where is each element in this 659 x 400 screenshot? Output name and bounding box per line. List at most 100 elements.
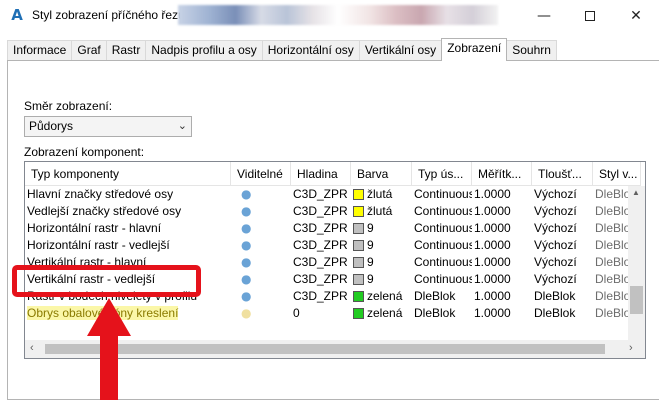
lineweight-cell[interactable]: Výchozí: [532, 186, 593, 203]
linetype-cell[interactable]: Continuous: [412, 254, 472, 271]
linetype-cell[interactable]: Continuous: [412, 220, 472, 237]
vertical-scroll-thumb[interactable]: [630, 286, 643, 314]
color-cell[interactable]: 9: [351, 220, 412, 237]
layer-cell[interactable]: C3D_ZPR: [291, 186, 351, 203]
lightbulb-on-icon[interactable]: ●: [241, 237, 251, 254]
scale-cell[interactable]: 1.0000: [472, 288, 532, 305]
color-cell[interactable]: 9: [351, 254, 412, 271]
tab-informace[interactable]: Informace: [7, 40, 73, 61]
lightbulb-on-icon[interactable]: ●: [241, 186, 251, 203]
linetype-cell[interactable]: Continuous: [412, 271, 472, 288]
visibility-cell[interactable]: ●: [231, 220, 291, 237]
scale-cell[interactable]: 1.0000: [472, 254, 532, 271]
visibility-cell[interactable]: ●: [231, 237, 291, 254]
component-name-cell[interactable]: Vedlejší značky středové osy: [25, 203, 231, 220]
annotation-highlight-box: [12, 265, 201, 297]
tab-rastr[interactable]: Rastr: [105, 40, 147, 61]
color-swatch: [353, 240, 364, 251]
linetype-cell[interactable]: Continuous: [412, 237, 472, 254]
scroll-up-icon[interactable]: ▲: [632, 188, 640, 197]
maximize-button[interactable]: [567, 0, 613, 31]
visibility-cell[interactable]: ●: [231, 288, 291, 305]
layer-cell[interactable]: C3D_ZPR: [291, 288, 351, 305]
lightbulb-on-icon[interactable]: ●: [241, 254, 251, 271]
linetype-cell[interactable]: DleBlok: [412, 288, 472, 305]
color-name: 9: [367, 238, 374, 252]
scale-cell[interactable]: 1.0000: [472, 237, 532, 254]
lineweight-cell[interactable]: Výchozí: [532, 237, 593, 254]
linetype-cell[interactable]: Continuous: [412, 186, 472, 203]
layer-cell[interactable]: C3D_ZPR: [291, 271, 351, 288]
layer-cell[interactable]: C3D_ZPR: [291, 203, 351, 220]
window-title: Styl zobrazení příčného řezu: [32, 8, 185, 22]
table-row[interactable]: Vedlejší značky středové osy ● C3D_ZPR žlut…: [25, 203, 641, 220]
column-header[interactable]: Viditelné: [231, 162, 291, 186]
column-header[interactable]: Hladina: [291, 162, 351, 186]
table-row[interactable]: Horizontální rastr - hlavní ● C3D_ZPR 9 Cont…: [25, 220, 641, 237]
color-cell[interactable]: 9: [351, 237, 412, 254]
layer-cell[interactable]: 0: [291, 305, 351, 322]
color-cell[interactable]: zelená: [351, 305, 412, 322]
maximize-icon: [585, 10, 595, 21]
tab-souhrn[interactable]: Souhrn: [506, 40, 557, 61]
lineweight-cell[interactable]: Výchozí: [532, 254, 593, 271]
color-cell[interactable]: 9: [351, 271, 412, 288]
column-header[interactable]: Styl v...: [593, 162, 641, 186]
color-name: 9: [367, 272, 374, 286]
column-header[interactable]: Typ komponenty: [25, 162, 231, 186]
lightbulb-on-icon[interactable]: ●: [241, 220, 251, 237]
visibility-cell[interactable]: ●: [231, 305, 291, 322]
lineweight-cell[interactable]: Výchozí: [532, 220, 593, 237]
scale-cell[interactable]: 1.0000: [472, 271, 532, 288]
tab-graf[interactable]: Graf: [71, 40, 107, 61]
visibility-cell[interactable]: ●: [231, 203, 291, 220]
close-button[interactable]: ✕: [613, 0, 659, 31]
lineweight-cell[interactable]: DleBlok: [532, 305, 593, 322]
scroll-left-icon[interactable]: ‹: [30, 342, 34, 354]
visibility-cell[interactable]: ●: [231, 271, 291, 288]
scale-cell[interactable]: 1.0000: [472, 186, 532, 203]
lightbulb-off-icon[interactable]: ●: [241, 305, 251, 322]
tab-horizontalni-osy[interactable]: Horizontální osy: [261, 40, 360, 61]
column-header[interactable]: Měřítk...: [472, 162, 532, 186]
color-cell[interactable]: žlutá: [351, 186, 412, 203]
lineweight-cell[interactable]: DleBlok: [532, 288, 593, 305]
color-swatch: [353, 189, 364, 200]
scroll-right-icon[interactable]: ›: [629, 342, 633, 354]
column-header[interactable]: Tloušť...: [532, 162, 593, 186]
layer-cell[interactable]: C3D_ZPR: [291, 220, 351, 237]
component-name: Horizontální rastr - hlavní: [27, 221, 162, 235]
scale-cell[interactable]: 1.0000: [472, 305, 532, 322]
color-name: 9: [367, 221, 374, 235]
column-header[interactable]: Typ ús...: [412, 162, 472, 186]
tab-nadpis-profilu-a-osy[interactable]: Nadpis profilu a osy: [145, 40, 263, 61]
lightbulb-on-icon[interactable]: ●: [241, 271, 251, 288]
lightbulb-on-icon[interactable]: ●: [241, 203, 251, 220]
component-name-cell[interactable]: Horizontální rastr - vedlejší: [25, 237, 231, 254]
tab-vertikalni-osy[interactable]: Vertikální osy: [358, 40, 443, 61]
table-row[interactable]: Hlavní značky středové osy ● C3D_ZPR žlutá C…: [25, 186, 641, 203]
linetype-cell[interactable]: DleBlok: [412, 305, 472, 322]
scale-cell[interactable]: 1.0000: [472, 203, 532, 220]
visibility-cell[interactable]: ●: [231, 186, 291, 203]
column-header[interactable]: Barva: [351, 162, 412, 186]
component-name-cell[interactable]: Horizontální rastr - hlavní: [25, 220, 231, 237]
layer-cell[interactable]: C3D_ZPR: [291, 254, 351, 271]
close-icon: ✕: [630, 7, 642, 24]
chevron-down-icon: ⌄: [177, 120, 187, 132]
visibility-cell[interactable]: ●: [231, 254, 291, 271]
layer-cell[interactable]: C3D_ZPR: [291, 237, 351, 254]
table-row[interactable]: Horizontální rastr - vedlejší ● C3D_ZPR 9 Co…: [25, 237, 641, 254]
lineweight-cell[interactable]: Výchozí: [532, 271, 593, 288]
view-direction-select[interactable]: Půdorys ⌄: [24, 116, 192, 137]
linetype-cell[interactable]: Continuous: [412, 203, 472, 220]
minimize-button[interactable]: —: [521, 0, 567, 31]
component-name-cell[interactable]: Hlavní značky středové osy: [25, 186, 231, 203]
vertical-scrollbar[interactable]: ▲: [628, 186, 645, 358]
color-cell[interactable]: žlutá: [351, 203, 412, 220]
lightbulb-on-icon[interactable]: ●: [241, 288, 251, 305]
scale-cell[interactable]: 1.0000: [472, 220, 532, 237]
tab-zobrazeni[interactable]: Zobrazení: [441, 38, 508, 61]
color-cell[interactable]: zelená: [351, 288, 412, 305]
lineweight-cell[interactable]: Výchozí: [532, 203, 593, 220]
